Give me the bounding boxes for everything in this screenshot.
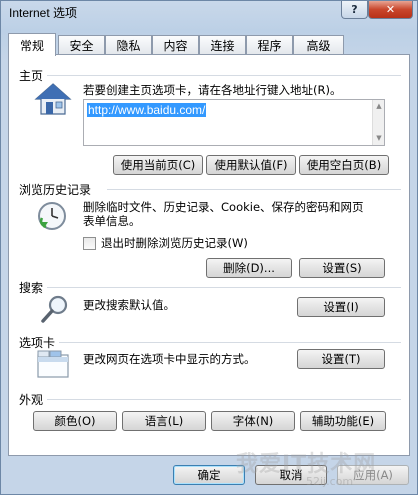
help-icon: ? [351,3,358,16]
appearance-section-title: 外观 [19,393,44,407]
use-default-button[interactable]: 使用默认值(F) [206,155,296,175]
scroll-down-icon[interactable]: ▼ [374,134,384,142]
history-description-line1: 删除临时文件、历史记录、Cookie、保存的密码和网页 [83,200,364,214]
help-button[interactable]: ? [341,1,368,19]
home-address-textarea[interactable]: http://www.baidu.com/ ▲ ▼ [83,99,385,146]
tabs-divider [59,342,401,343]
close-icon: ✕ [385,3,396,16]
home-description: 若要创建主页选项卡，请在各地址行键入地址(R)。 [83,83,342,97]
tab-general[interactable]: 常规 [8,33,56,56]
search-settings-button[interactable]: 设置(I) [297,297,385,317]
search-description: 更改搜索默认值。 [83,298,175,312]
accessibility-button[interactable]: 辅助功能(E) [300,411,386,431]
home-address-value: http://www.baidu.com/ [87,103,207,117]
window-title: Internet 选项 [9,6,78,20]
history-description-line2: 表单信息。 [83,214,141,228]
ok-button[interactable]: 确定 [173,465,245,485]
tab-security[interactable]: 安全 [58,35,105,54]
tab-content[interactable]: 内容 [152,35,199,54]
tab-programs[interactable]: 程序 [246,35,293,54]
tab-connections[interactable]: 连接 [199,35,246,54]
tabs-settings-button[interactable]: 设置(T) [297,349,385,369]
history-clock-icon [38,202,66,230]
home-icon [34,83,72,115]
title-bar: Internet 选项 ? ✕ [1,1,417,23]
cancel-button[interactable]: 取消 [255,465,327,485]
home-divider [47,75,401,76]
general-panel: 主页 若要创建主页选项卡，请在各地址行键入地址(R)。 http://www.b… [8,54,410,456]
delete-history-on-exit-label[interactable]: 退出时删除浏览历史记录(W) [101,236,248,250]
history-divider [107,189,401,190]
apply-button[interactable]: 应用(A) [337,465,409,485]
history-section-title: 浏览历史记录 [19,183,92,197]
search-magnifier-icon [41,295,68,323]
tab-advanced[interactable]: 高级 [293,35,344,54]
delete-history-on-exit-checkbox[interactable] [83,237,96,250]
colors-button[interactable]: 颜色(O) [33,411,117,431]
scroll-up-icon[interactable]: ▲ [374,102,384,110]
textarea-scrollbar[interactable]: ▲ ▼ [372,100,384,145]
tab-privacy[interactable]: 隐私 [105,35,152,54]
search-divider [47,287,401,288]
internet-options-window: Internet 选项 ? ✕ 常规 安全 隐私 内容 连接 程序 高级 主页 … [0,0,418,495]
tabs-description: 更改网页在选项卡中显示的方式。 [83,352,256,366]
tabbed-window-icon [37,350,69,378]
use-current-button[interactable]: 使用当前页(C) [113,155,203,175]
history-settings-button[interactable]: 设置(S) [299,258,385,278]
delete-history-button[interactable]: 删除(D)... [206,258,292,278]
appearance-divider [47,399,401,400]
languages-button[interactable]: 语言(L) [122,411,206,431]
fonts-button[interactable]: 字体(N) [211,411,295,431]
use-blank-button[interactable]: 使用空白页(B) [299,155,389,175]
close-button[interactable]: ✕ [368,1,413,19]
